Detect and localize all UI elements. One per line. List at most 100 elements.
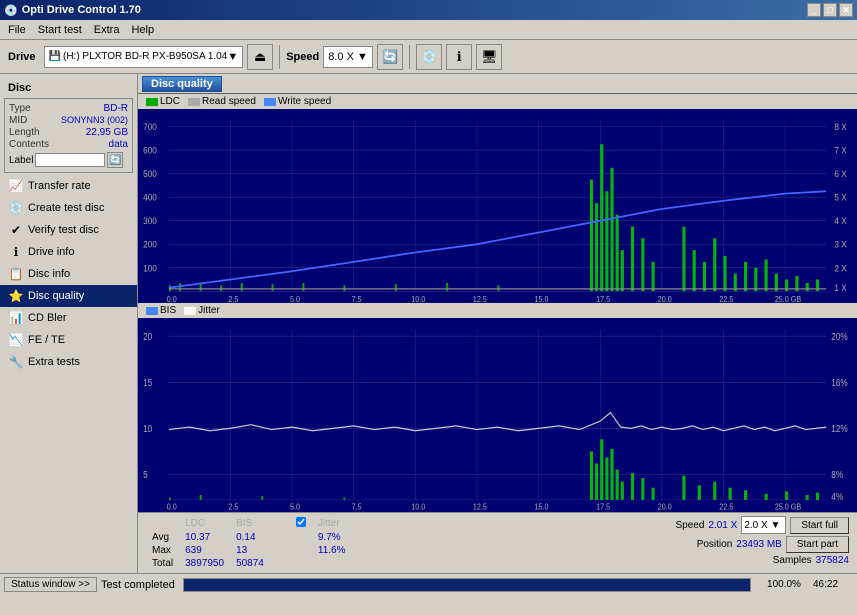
sidebar-item-transfer-rate[interactable]: 📈Transfer rate xyxy=(0,175,137,197)
type-value: BD-R xyxy=(104,103,128,114)
drive-eject-button[interactable]: ⏏ xyxy=(247,44,273,70)
sidebar-item-create-test-disc[interactable]: 💿 Create test disc xyxy=(0,197,137,219)
svg-text:22.5: 22.5 xyxy=(719,502,734,512)
top-chart-area: 700 600 500 400 300 200 100 8 X 7 X 6 X … xyxy=(138,109,857,303)
drive-value: (H:) PLXTOR BD-R PX-B950SA 1.04 xyxy=(63,51,227,62)
write-speed-legend-box xyxy=(264,98,276,106)
max-label: Max xyxy=(146,544,179,557)
disc-button[interactable]: 💿 xyxy=(416,44,442,70)
bottom-chart-svg: 20 15 10 5 20% 16% 12% 8% 4% 0.0 2.5 5.0… xyxy=(138,318,857,512)
extra-tests-label: Extra tests xyxy=(28,356,80,368)
disc-info-box: Type BD-R MID SONYNN3 (002) Length 22,95… xyxy=(4,98,133,173)
create-test-disc-icon: 💿 xyxy=(8,200,24,216)
stats-speed-select[interactable]: 2.0 X ▼ xyxy=(741,516,786,534)
write-speed-legend-label: Write speed xyxy=(278,96,331,107)
drive-info-icon: ℹ xyxy=(8,244,24,260)
svg-text:12.5: 12.5 xyxy=(473,294,487,303)
samples-value: 375824 xyxy=(816,555,849,566)
svg-text:15: 15 xyxy=(143,377,152,388)
type-label: Type xyxy=(9,103,31,114)
bottom-chart-area: 20 15 10 5 20% 16% 12% 8% 4% 0.0 2.5 5.0… xyxy=(138,318,857,512)
speed-value: 8.0 X ▼ xyxy=(328,51,368,63)
svg-text:2 X: 2 X xyxy=(834,263,846,274)
sidebar-item-disc-quality[interactable]: ⭐Disc quality xyxy=(0,285,137,307)
menu-extra[interactable]: Extra xyxy=(88,23,126,37)
svg-text:10.0: 10.0 xyxy=(411,294,425,303)
jitter-checkbox[interactable] xyxy=(296,517,306,527)
window-button[interactable]: 🖥 xyxy=(476,44,502,70)
close-button[interactable]: ✕ xyxy=(839,3,853,17)
svg-text:22.5: 22.5 xyxy=(719,294,733,303)
sidebar-item-disc-info[interactable]: 📋Disc info xyxy=(0,263,137,285)
jitter-legend-label: Jitter xyxy=(198,305,220,316)
svg-text:4 X: 4 X xyxy=(834,216,846,227)
sidebar-item-cd-bler[interactable]: 📊CD Bler xyxy=(0,307,137,329)
svg-text:2.5: 2.5 xyxy=(228,502,239,512)
sidebar-item-extra-tests[interactable]: 🔧Extra tests xyxy=(0,351,137,373)
info-button[interactable]: ℹ xyxy=(446,44,472,70)
menu-start-test[interactable]: Start test xyxy=(32,23,88,37)
ldc-legend-label: LDC xyxy=(160,96,180,107)
disc-quality-icon: ⭐ xyxy=(8,288,24,304)
fe-te-label: FE / TE xyxy=(28,334,65,346)
stats-right: Speed 2.01 X 2.0 X ▼ Start full Position… xyxy=(675,516,849,570)
label-input[interactable] xyxy=(35,153,105,167)
sidebar-item-verify-test-disc[interactable]: ✔ Verify test disc xyxy=(0,219,137,241)
verify-test-disc-label: Verify test disc xyxy=(28,224,99,236)
svg-text:25.0 GB: 25.0 GB xyxy=(775,502,801,512)
sidebar-item-fe-te[interactable]: 📉 FE / TE xyxy=(0,329,137,351)
avg-jitter: 9.7% xyxy=(312,531,352,544)
svg-text:0.0: 0.0 xyxy=(167,502,178,512)
mid-label: MID xyxy=(9,115,27,126)
progress-bar-fill xyxy=(184,579,750,591)
sidebar-item-drive-info[interactable]: ℹDrive info xyxy=(0,241,137,263)
speed-select[interactable]: 8.0 X ▼ xyxy=(323,46,373,68)
svg-text:300: 300 xyxy=(143,216,157,227)
menu-file[interactable]: File xyxy=(2,23,32,37)
total-bis: 50874 xyxy=(230,557,270,570)
maximize-button[interactable]: □ xyxy=(823,3,837,17)
svg-text:20.0: 20.0 xyxy=(658,294,672,303)
toolbar: Drive 💾 (H:) PLXTOR BD-R PX-B950SA 1.04 … xyxy=(0,40,857,74)
cd-bler-icon: 📊 xyxy=(8,310,24,326)
refresh-button[interactable]: 🔄 xyxy=(377,44,403,70)
toolbar-separator xyxy=(279,45,280,69)
svg-text:5 X: 5 X xyxy=(834,192,846,203)
sidebar: Disc Type BD-R MID SONYNN3 (002) Length … xyxy=(0,74,138,573)
svg-text:6 X: 6 X xyxy=(834,169,846,180)
status-bar: Status window >> Test completed 100.0% 4… xyxy=(0,573,857,595)
fe-te-icon: 📉 xyxy=(8,332,24,348)
menu-bar: File Start test Extra Help xyxy=(0,20,857,40)
create-test-disc-label: Create test disc xyxy=(28,202,104,214)
start-full-button[interactable]: Start full xyxy=(790,517,849,534)
mid-value: SONYNN3 (002) xyxy=(61,115,128,126)
max-jitter: 11.6% xyxy=(312,544,352,557)
menu-help[interactable]: Help xyxy=(125,23,160,37)
length-value: 22,95 GB xyxy=(86,127,128,138)
svg-text:600: 600 xyxy=(143,145,157,156)
svg-text:100: 100 xyxy=(143,263,157,274)
svg-text:7 X: 7 X xyxy=(834,145,846,156)
total-ldc: 3897950 xyxy=(179,557,230,570)
label-refresh-button[interactable]: 🔄 xyxy=(107,152,123,168)
svg-text:10: 10 xyxy=(143,423,152,434)
total-label: Total xyxy=(146,557,179,570)
verify-test-disc-icon: ✔ xyxy=(8,222,24,238)
status-window-button[interactable]: Status window >> xyxy=(4,577,97,592)
bis-legend-box xyxy=(146,307,158,315)
main-layout: Disc Type BD-R MID SONYNN3 (002) Length … xyxy=(0,74,857,573)
svg-text:500: 500 xyxy=(143,169,157,180)
svg-text:12%: 12% xyxy=(831,423,847,434)
svg-text:4%: 4% xyxy=(831,491,843,502)
progress-percent: 100.0% xyxy=(759,579,809,590)
speed-stat-label: Speed xyxy=(675,520,704,531)
stats-table: LDC BIS Jitter Avg 10.37 0.14 xyxy=(146,516,352,570)
svg-text:15.0: 15.0 xyxy=(534,502,549,512)
svg-text:20.0: 20.0 xyxy=(658,502,673,512)
disc-info-icon: 📋 xyxy=(8,266,24,282)
minimize-button[interactable]: _ xyxy=(807,3,821,17)
start-part-button[interactable]: Start part xyxy=(786,536,849,553)
drive-select[interactable]: 💾 (H:) PLXTOR BD-R PX-B950SA 1.04 ▼ xyxy=(44,46,244,68)
position-value: 23493 MB xyxy=(736,539,782,550)
app-title: Opti Drive Control 1.70 xyxy=(22,4,141,16)
